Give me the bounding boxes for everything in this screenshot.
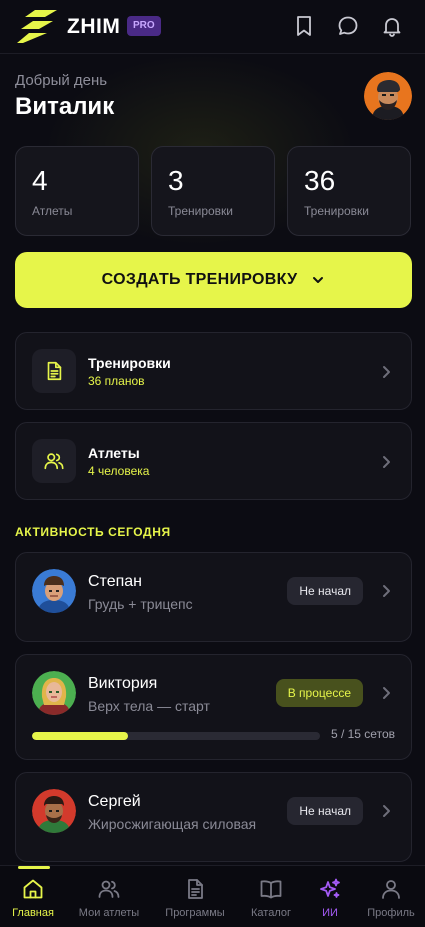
workout-name: Верх тела — старт [88,698,210,714]
document-icon [47,361,62,381]
avatar[interactable] [364,72,412,120]
chevron-right-icon [383,585,390,597]
book-icon [260,880,282,899]
status-badge: Не начал [287,797,363,825]
tab-programs[interactable]: Программы [163,866,227,927]
avatar [32,789,76,833]
pro-badge: PRO [127,16,161,36]
stat-value: 3 [168,165,184,196]
activity-item[interactable]: Виктория Верх тела — старт В процессе 5 … [15,654,412,760]
active-tab-indicator [18,866,50,869]
tab-label: Мои атлеты [78,907,140,919]
tab-my-athletes[interactable]: Мои атлеты [77,866,141,927]
tab-label: Профиль [367,907,415,919]
menu-icon-box [32,349,76,393]
top-bar: ZHIM PRO [0,0,425,54]
bottom-tab-bar: Главная Мои атлеты Программы Каталог ИИ … [0,865,425,927]
menu-item-subtitle: 4 человека [88,464,150,478]
stat-value: 4 [32,165,48,196]
stat-card-athletes[interactable]: 4 Атлеты [15,146,139,236]
users-icon [44,453,64,470]
sparkles-icon [320,878,340,898]
user-name: Виталик [15,93,115,120]
activity-section-title: АКТИВНОСТЬ СЕГОДНЯ [15,525,171,539]
menu-item-title: Тренировки [88,355,171,371]
stat-card-plans[interactable]: 36 Тренировки [287,146,411,236]
workout-name: Грудь + трицепс [88,596,193,612]
chevron-right-icon [383,366,390,378]
tab-label: Главная [12,907,54,919]
tab-ai[interactable]: ИИ [298,866,362,927]
create-workout-label: СОЗДАТЬ ТРЕНИРОВКУ [101,271,298,288]
greeting-text: Добрый день [15,72,108,89]
stat-value: 36 [304,165,336,196]
bookmark-icon[interactable] [292,14,316,38]
person-icon [382,880,400,899]
stat-label: Тренировки [168,204,234,218]
menu-item-subtitle: 36 планов [88,374,145,388]
stat-label: Атлеты [32,204,73,218]
users-icon [98,880,120,898]
chevron-down-icon [313,277,324,283]
lightning-logo-icon [17,10,57,43]
athlete-name: Сергей [88,793,141,810]
avatar [32,569,76,613]
chat-icon[interactable] [336,14,360,38]
set-progress-text: 5 / 15 сетов [330,727,395,741]
home-icon [23,879,43,899]
athlete-name: Степан [88,573,142,590]
chevron-right-icon [383,456,390,468]
activity-item[interactable]: Степан Грудь + трицепс Не начал [15,552,412,642]
stat-card-workouts[interactable]: 3 Тренировки [151,146,275,236]
tab-catalog[interactable]: Каталог [239,866,303,927]
chevron-right-icon [383,805,390,817]
tab-profile[interactable]: Профиль [359,866,423,927]
set-progress-fill [32,732,128,740]
tab-label: ИИ [322,907,338,919]
athlete-name: Виктория [88,675,158,692]
stat-label: Тренировки [304,204,370,218]
menu-item-athletes[interactable]: Атлеты 4 человека [15,422,412,500]
bell-icon[interactable] [380,14,404,38]
status-badge: В процессе [275,679,363,707]
app-brand: ZHIM [67,15,121,38]
tab-label: Программы [165,907,225,919]
tab-label: Каталог [251,907,291,919]
tab-home[interactable]: Главная [1,866,65,927]
menu-item-title: Атлеты [88,445,140,461]
workout-name: Жиросжигающая силовая [88,816,257,832]
menu-item-workouts[interactable]: Тренировки 36 планов [15,332,412,410]
avatar [32,671,76,715]
menu-icon-box [32,439,76,483]
chevron-right-icon [383,687,390,699]
status-badge: Не начал [287,577,363,605]
document-icon [188,879,203,899]
activity-item[interactable]: Сергей Жиросжигающая силовая Не начал [15,772,412,862]
create-workout-button[interactable]: СОЗДАТЬ ТРЕНИРОВКУ [15,252,412,308]
set-progress-bar [32,732,320,740]
